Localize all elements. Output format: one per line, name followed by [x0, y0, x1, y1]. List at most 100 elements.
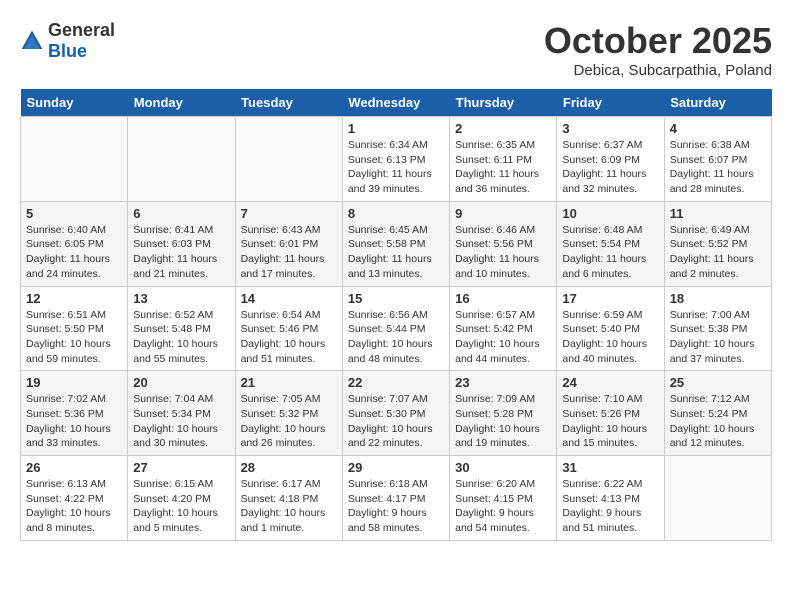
calendar-cell: 31 Sunrise: 6:22 AM Sunset: 4:13 PM Dayli…: [557, 456, 664, 541]
day-info: Sunrise: 7:07 AM Sunset: 5:30 PM Dayligh…: [348, 392, 444, 451]
day-number: 13: [133, 291, 229, 306]
day-number: 17: [562, 291, 658, 306]
day-info: Sunrise: 6:18 AM Sunset: 4:17 PM Dayligh…: [348, 477, 444, 536]
calendar-cell: 22 Sunrise: 7:07 AM Sunset: 5:30 PM Dayli…: [342, 371, 449, 456]
day-info: Sunrise: 6:57 AM Sunset: 5:42 PM Dayligh…: [455, 308, 551, 367]
day-info: Sunrise: 7:09 AM Sunset: 5:28 PM Dayligh…: [455, 392, 551, 451]
logo-text: General Blue: [48, 20, 115, 62]
day-info: Sunrise: 6:13 AM Sunset: 4:22 PM Dayligh…: [26, 477, 122, 536]
day-of-week-header: Saturday: [664, 89, 771, 117]
calendar-cell: 21Sunrise: 7:05 AM Sunset: 5:32 PM Dayli…: [235, 371, 342, 456]
calendar-cell: 12Sunrise: 6:51 AM Sunset: 5:50 PM Dayli…: [21, 286, 128, 371]
calendar-cell: [235, 117, 342, 202]
calendar-cell: 18 Sunrise: 7:00 AM Sunset: 5:38 PM Dayli…: [664, 286, 771, 371]
calendar-cell: 25 Sunrise: 7:12 AM Sunset: 5:24 PM Dayli…: [664, 371, 771, 456]
title-block: October 2025 Debica, Subcarpathia, Polan…: [544, 20, 772, 79]
calendar-cell: 2 Sunrise: 6:35 AM Sunset: 6:11 PM Daylig…: [450, 117, 557, 202]
calendar-cell: 24 Sunrise: 7:10 AM Sunset: 5:26 PM Dayli…: [557, 371, 664, 456]
calendar-cell: 1 Sunrise: 6:34 AM Sunset: 6:13 PM Daylig…: [342, 117, 449, 202]
calendar-week-row: 12Sunrise: 6:51 AM Sunset: 5:50 PM Dayli…: [21, 286, 772, 371]
day-number: 23: [455, 375, 551, 390]
calendar-cell: 5 Sunrise: 6:40 AM Sunset: 6:05 PM Daylig…: [21, 201, 128, 286]
day-info: Sunrise: 7:02 AM Sunset: 5:36 PM Dayligh…: [26, 392, 122, 451]
calendar-cell: 9Sunrise: 6:46 AM Sunset: 5:56 PM Daylig…: [450, 201, 557, 286]
calendar-cell: [128, 117, 235, 202]
calendar-cell: 23 Sunrise: 7:09 AM Sunset: 5:28 PM Dayli…: [450, 371, 557, 456]
calendar-cell: 29 Sunrise: 6:18 AM Sunset: 4:17 PM Dayli…: [342, 456, 449, 541]
day-of-week-header: Wednesday: [342, 89, 449, 117]
day-number: 2: [455, 121, 551, 136]
day-info: Sunrise: 6:22 AM Sunset: 4:13 PM Dayligh…: [562, 477, 658, 536]
day-number: 16: [455, 291, 551, 306]
calendar-week-row: 5 Sunrise: 6:40 AM Sunset: 6:05 PM Daylig…: [21, 201, 772, 286]
calendar-cell: [664, 456, 771, 541]
calendar-week-row: 26 Sunrise: 6:13 AM Sunset: 4:22 PM Dayli…: [21, 456, 772, 541]
day-number: 29: [348, 460, 444, 475]
day-info: Sunrise: 6:15 AM Sunset: 4:20 PM Dayligh…: [133, 477, 229, 536]
calendar-cell: 6Sunrise: 6:41 AM Sunset: 6:03 PM Daylig…: [128, 201, 235, 286]
day-number: 21: [241, 375, 337, 390]
calendar-cell: 26 Sunrise: 6:13 AM Sunset: 4:22 PM Dayli…: [21, 456, 128, 541]
location-subtitle: Debica, Subcarpathia, Poland: [544, 62, 772, 79]
day-number: 26: [26, 460, 122, 475]
calendar-cell: [21, 117, 128, 202]
calendar-cell: 15 Sunrise: 6:56 AM Sunset: 5:44 PM Dayli…: [342, 286, 449, 371]
calendar-cell: 7Sunrise: 6:43 AM Sunset: 6:01 PM Daylig…: [235, 201, 342, 286]
day-number: 28: [241, 460, 337, 475]
day-number: 25: [670, 375, 766, 390]
calendar-table: SundayMondayTuesdayWednesdayThursdayFrid…: [20, 89, 772, 541]
day-number: 27: [133, 460, 229, 475]
day-info: Sunrise: 6:49 AM Sunset: 5:52 PM Dayligh…: [670, 223, 766, 282]
day-number: 24: [562, 375, 658, 390]
day-info: Sunrise: 6:17 AM Sunset: 4:18 PM Dayligh…: [241, 477, 337, 536]
day-number: 3: [562, 121, 658, 136]
day-of-week-header: Friday: [557, 89, 664, 117]
calendar-cell: 14Sunrise: 6:54 AM Sunset: 5:46 PM Dayli…: [235, 286, 342, 371]
day-number: 10: [562, 206, 658, 221]
day-info: Sunrise: 6:37 AM Sunset: 6:09 PM Dayligh…: [562, 138, 658, 197]
day-info: Sunrise: 6:40 AM Sunset: 6:05 PM Dayligh…: [26, 223, 122, 282]
day-number: 20: [133, 375, 229, 390]
day-info: Sunrise: 6:48 AM Sunset: 5:54 PM Dayligh…: [562, 223, 658, 282]
calendar-cell: 8 Sunrise: 6:45 AM Sunset: 5:58 PM Daylig…: [342, 201, 449, 286]
day-info: Sunrise: 6:56 AM Sunset: 5:44 PM Dayligh…: [348, 308, 444, 367]
day-info: Sunrise: 6:45 AM Sunset: 5:58 PM Dayligh…: [348, 223, 444, 282]
calendar-cell: 19 Sunrise: 7:02 AM Sunset: 5:36 PM Dayli…: [21, 371, 128, 456]
day-number: 7: [241, 206, 337, 221]
day-number: 22: [348, 375, 444, 390]
calendar-cell: 30Sunrise: 6:20 AM Sunset: 4:15 PM Dayli…: [450, 456, 557, 541]
calendar-week-row: 19 Sunrise: 7:02 AM Sunset: 5:36 PM Dayli…: [21, 371, 772, 456]
day-info: Sunrise: 6:35 AM Sunset: 6:11 PM Dayligh…: [455, 138, 551, 197]
day-of-week-header: Thursday: [450, 89, 557, 117]
day-info: Sunrise: 7:04 AM Sunset: 5:34 PM Dayligh…: [133, 392, 229, 451]
logo: General Blue: [20, 20, 115, 62]
day-info: Sunrise: 6:34 AM Sunset: 6:13 PM Dayligh…: [348, 138, 444, 197]
month-title: October 2025: [544, 20, 772, 62]
day-number: 5: [26, 206, 122, 221]
calendar-week-row: 1 Sunrise: 6:34 AM Sunset: 6:13 PM Daylig…: [21, 117, 772, 202]
day-number: 15: [348, 291, 444, 306]
day-number: 1: [348, 121, 444, 136]
day-info: Sunrise: 7:12 AM Sunset: 5:24 PM Dayligh…: [670, 392, 766, 451]
day-number: 18: [670, 291, 766, 306]
calendar-cell: 28 Sunrise: 6:17 AM Sunset: 4:18 PM Dayli…: [235, 456, 342, 541]
calendar-cell: 4Sunrise: 6:38 AM Sunset: 6:07 PM Daylig…: [664, 117, 771, 202]
calendar-cell: 10 Sunrise: 6:48 AM Sunset: 5:54 PM Dayli…: [557, 201, 664, 286]
day-info: Sunrise: 7:10 AM Sunset: 5:26 PM Dayligh…: [562, 392, 658, 451]
day-number: 31: [562, 460, 658, 475]
day-info: Sunrise: 7:00 AM Sunset: 5:38 PM Dayligh…: [670, 308, 766, 367]
day-info: Sunrise: 6:41 AM Sunset: 6:03 PM Dayligh…: [133, 223, 229, 282]
day-info: Sunrise: 6:54 AM Sunset: 5:46 PM Dayligh…: [241, 308, 337, 367]
calendar-cell: 16 Sunrise: 6:57 AM Sunset: 5:42 PM Dayli…: [450, 286, 557, 371]
day-info: Sunrise: 6:46 AM Sunset: 5:56 PM Dayligh…: [455, 223, 551, 282]
days-header-row: SundayMondayTuesdayWednesdayThursdayFrid…: [21, 89, 772, 117]
day-number: 19: [26, 375, 122, 390]
calendar-cell: 3 Sunrise: 6:37 AM Sunset: 6:09 PM Daylig…: [557, 117, 664, 202]
day-of-week-header: Tuesday: [235, 89, 342, 117]
day-info: Sunrise: 6:59 AM Sunset: 5:40 PM Dayligh…: [562, 308, 658, 367]
day-info: Sunrise: 6:51 AM Sunset: 5:50 PM Dayligh…: [26, 308, 122, 367]
calendar-cell: 11 Sunrise: 6:49 AM Sunset: 5:52 PM Dayli…: [664, 201, 771, 286]
day-number: 8: [348, 206, 444, 221]
calendar-cell: 17 Sunrise: 6:59 AM Sunset: 5:40 PM Dayli…: [557, 286, 664, 371]
day-number: 11: [670, 206, 766, 221]
